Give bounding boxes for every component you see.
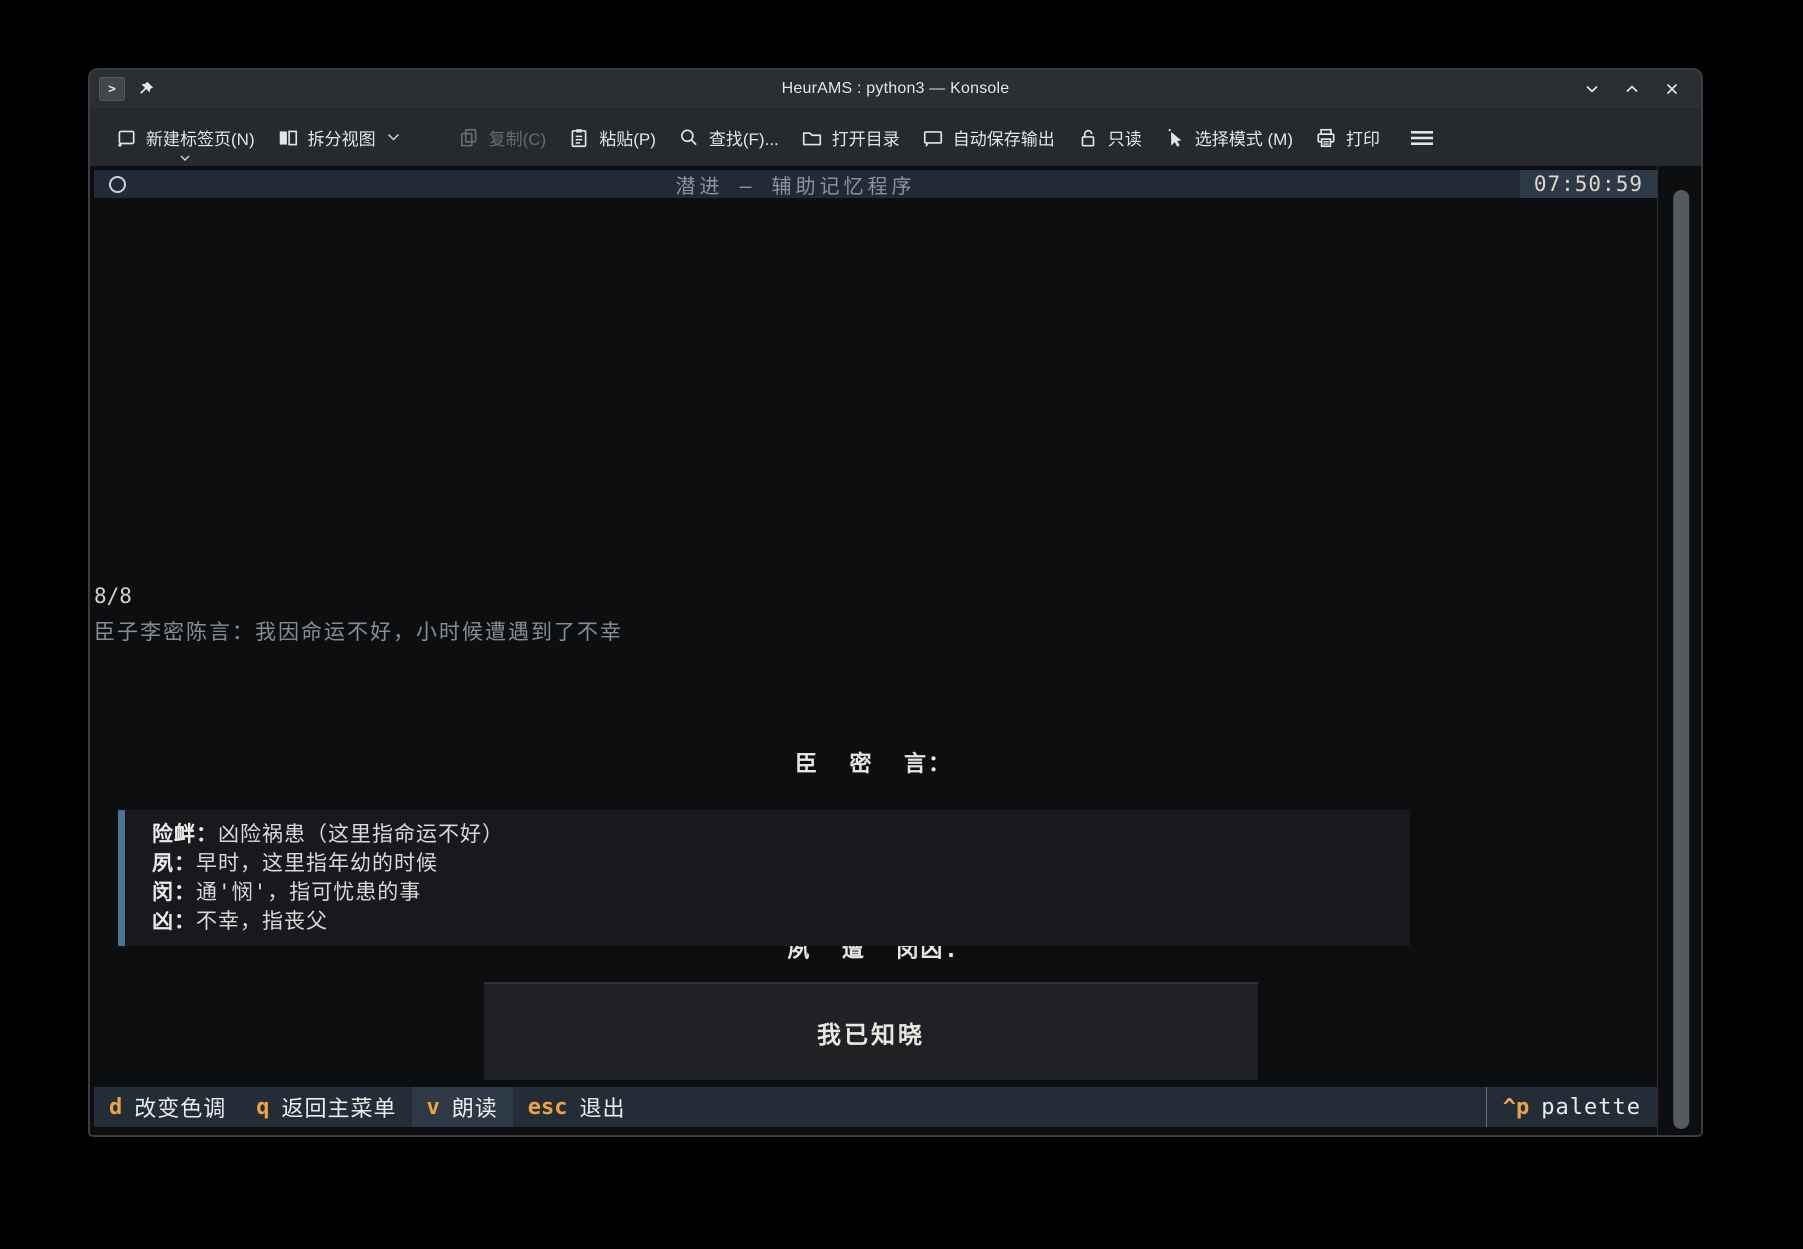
- footer-key-change-theme[interactable]: d 改变色调: [94, 1087, 241, 1127]
- search-icon: [678, 127, 700, 149]
- menu-button[interactable]: [1399, 116, 1445, 160]
- split-view-chevron-icon[interactable]: [387, 133, 400, 142]
- hamburger-menu-icon: [1409, 128, 1435, 148]
- footer-key-main-menu[interactable]: q 返回主菜单: [241, 1087, 411, 1127]
- open-directory-label: 打开目录: [832, 125, 900, 150]
- chevron-down-icon: [1584, 81, 1600, 97]
- tui-footer: d 改变色调 q 返回主菜单 v 朗读 esc 退出: [94, 1087, 1657, 1127]
- autosave-output-button[interactable]: 自动保存输出: [911, 116, 1066, 160]
- titlebar[interactable]: > HeurAMS : python3 — Konsole: [90, 70, 1701, 108]
- footer-key-palette[interactable]: ^p palette: [1487, 1095, 1657, 1120]
- autosave-output-label: 自动保存输出: [953, 125, 1055, 150]
- copy-label: 复制(C): [489, 125, 547, 150]
- annotation-box: 险衅：凶险祸患（这里指命运不好） 夙：早时，这里指年幼的时候 闵：通'悯'，指可…: [118, 810, 1410, 946]
- new-tab-icon: [115, 127, 137, 149]
- print-label: 打印: [1346, 125, 1380, 150]
- annotation-line: 夙：早时，这里指年幼的时候: [152, 849, 1410, 878]
- printer-icon: [1315, 127, 1337, 149]
- cursor-icon: [1164, 127, 1186, 149]
- footer-key-exit[interactable]: esc 退出: [513, 1087, 641, 1127]
- paste-label: 粘贴(P): [599, 125, 656, 150]
- paste-icon: [568, 127, 590, 149]
- tui-app: 潜进 – 辅助记忆程序 07:50:59 8/8 臣子李密陈言：我因命运不好，小…: [90, 166, 1657, 1135]
- tui-header: 潜进 – 辅助记忆程序 07:50:59: [94, 170, 1657, 198]
- minimize-button[interactable]: [1579, 76, 1605, 102]
- lock-open-icon: [1077, 127, 1099, 149]
- tui-app-title: 潜进 – 辅助记忆程序: [94, 170, 1497, 199]
- annotation-line: 险衅：凶险祸患（这里指命运不好）: [152, 820, 1410, 849]
- monitor-icon: [922, 127, 944, 149]
- read-only-button[interactable]: 只读: [1066, 116, 1153, 160]
- close-icon: [1664, 81, 1680, 97]
- chevron-up-icon: [1624, 81, 1640, 97]
- select-mode-label: 选择模式 (M): [1195, 125, 1293, 150]
- split-view-button[interactable]: 拆分视图: [266, 116, 411, 160]
- pin-icon: [137, 80, 155, 98]
- annotation-line: 闵：通'悯'，指可忧患的事: [152, 878, 1410, 907]
- paste-button[interactable]: 粘贴(P): [557, 116, 667, 160]
- open-directory-button[interactable]: 打开目录: [790, 116, 911, 160]
- scrollbar-thumb[interactable]: [1673, 190, 1689, 1129]
- new-tab-label: 新建标签页(N): [146, 125, 255, 150]
- copy-button: 复制(C): [447, 116, 558, 160]
- progress-counter: 8/8: [94, 584, 132, 608]
- select-mode-button[interactable]: 选择模式 (M): [1153, 116, 1304, 160]
- print-button[interactable]: 打印: [1304, 116, 1391, 160]
- terminal-area[interactable]: 潜进 – 辅助记忆程序 07:50:59 8/8 臣子李密陈言：我因命运不好，小…: [90, 166, 1701, 1135]
- konsole-app-icon: >: [99, 77, 125, 101]
- find-label: 查找(F)...: [709, 125, 779, 150]
- window-title: HeurAMS : python3 — Konsole: [90, 80, 1701, 98]
- footer-key-read-aloud[interactable]: v 朗读: [412, 1087, 513, 1127]
- annotation-line: 凶：不幸，指丧父: [152, 907, 1410, 936]
- folder-icon: [801, 127, 823, 149]
- toolbar: 新建标签页(N) 拆分视图 复制: [90, 108, 1701, 166]
- maximize-button[interactable]: [1619, 76, 1645, 102]
- acknowledge-button[interactable]: 我已知晓: [484, 982, 1258, 1080]
- split-view-label: 拆分视图: [308, 125, 376, 150]
- konsole-window: > HeurAMS : python3 — Konsole: [88, 68, 1703, 1137]
- new-tab-button[interactable]: 新建标签页(N): [104, 116, 266, 160]
- hint-translation: 臣子李密陈言：我因命运不好，小时候遭遇到了不幸: [94, 616, 623, 646]
- clock: 07:50:59: [1520, 170, 1657, 198]
- split-view-icon: [277, 127, 299, 149]
- verse-line-1: 臣 密 言：: [90, 749, 1657, 780]
- close-button[interactable]: [1659, 76, 1685, 102]
- new-tab-dropdown-chevron-icon[interactable]: [180, 155, 190, 162]
- copy-icon: [458, 127, 480, 149]
- scrollbar-track[interactable]: [1657, 166, 1701, 1135]
- find-button[interactable]: 查找(F)...: [667, 116, 790, 160]
- read-only-label: 只读: [1108, 125, 1142, 150]
